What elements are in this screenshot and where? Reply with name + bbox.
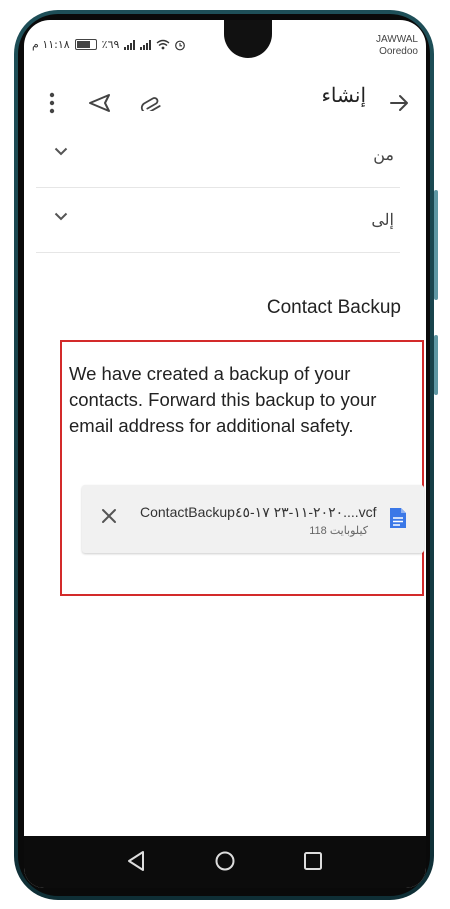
- alarm-icon: [175, 40, 186, 50]
- power-button: [434, 335, 438, 395]
- remove-attachment-icon[interactable]: [100, 507, 118, 525]
- status-left: ١١:١٨ م ٪٦٩: [32, 38, 186, 51]
- navigation-bar: [24, 836, 426, 888]
- chevron-down-icon[interactable]: [54, 212, 68, 221]
- battery-percent: ٪٦٩: [101, 38, 120, 51]
- status-time: ١١:١٨ م: [32, 38, 70, 51]
- more-options-button[interactable]: [40, 86, 64, 120]
- more-vert-icon: [49, 92, 55, 114]
- volume-button: [434, 190, 438, 300]
- to-label: إلى: [371, 212, 394, 229]
- to-field[interactable]: إلى: [36, 188, 400, 253]
- camera-notch: [224, 20, 272, 58]
- signal-icon: [140, 39, 152, 50]
- carrier-info: JAWWAL Ooredoo: [376, 34, 418, 58]
- back-arrow-icon: [390, 95, 408, 111]
- nav-home-icon[interactable]: [214, 850, 236, 872]
- attachment-chip[interactable]: ContactBackup٢٠٢٠-١١-٢٣ ١٧-٤٥....vcf 118…: [82, 485, 424, 553]
- carrier-name-1: JAWWAL: [375, 34, 418, 45]
- attachment-name: ContactBackup٢٠٢٠-١١-٢٣ ١٧-٤٥....vcf: [140, 504, 377, 520]
- attach-button[interactable]: [136, 86, 166, 120]
- from-field[interactable]: من: [36, 123, 400, 188]
- document-icon: [390, 508, 406, 528]
- phone-screen: ١١:١٨ م ٪٦٩ JAWWAL Ooredoo إنشاء من إلى …: [24, 20, 426, 888]
- compose-title: إنشاء: [321, 85, 366, 107]
- signal-icon: [124, 39, 136, 50]
- wifi-icon: [156, 39, 170, 50]
- send-icon: [89, 94, 110, 112]
- subject-field[interactable]: Contact Backup: [267, 297, 401, 319]
- attachment-size: 118 كيلوبايت: [309, 525, 368, 537]
- nav-back-icon[interactable]: [126, 850, 146, 872]
- chevron-down-icon[interactable]: [54, 147, 68, 156]
- email-body[interactable]: We have created a backup of your contact…: [69, 361, 419, 439]
- carrier-name-2: Ooredoo: [379, 46, 418, 57]
- paperclip-icon: [140, 97, 161, 111]
- from-label: من: [373, 147, 394, 164]
- back-button[interactable]: [384, 86, 414, 120]
- battery-icon: [74, 39, 97, 50]
- nav-recents-icon[interactable]: [303, 850, 323, 872]
- send-button[interactable]: [84, 86, 114, 120]
- status-bar: ١١:١٨ م ٪٦٩ JAWWAL Ooredoo: [24, 20, 426, 68]
